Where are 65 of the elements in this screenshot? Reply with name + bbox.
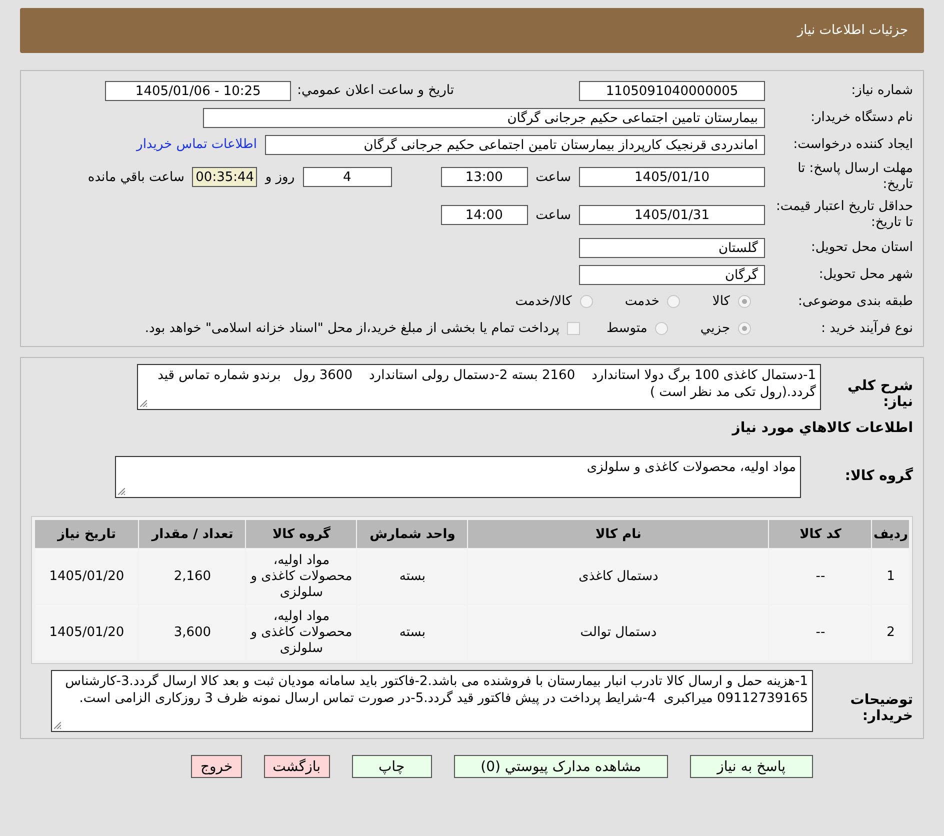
field-label: استان محل تحویل: (810, 240, 913, 255)
option-label: جزيي (700, 321, 730, 336)
days-label: روز و (265, 170, 295, 184)
area-text: 1-دستمال کاغذی 100 برگ دولا استاندارد 2160 بسته 2-دستمال رولی استاندارد 3600 رول برندو شماره تماس قید گردد.(رول تکی مد نظر است ) (156, 368, 816, 400)
area-text: مواد اولیه، محصولات کاغذی و سلولزی (586, 460, 796, 475)
action-button[interactable]: پاسخ به نیاز (690, 755, 813, 778)
contact-link[interactable]: اطلاعات تماس خریدار (136, 137, 257, 152)
radio-button[interactable] (738, 295, 751, 308)
option-label: خدمت (624, 294, 660, 309)
text-field[interactable]: 1405/01/10 (579, 167, 765, 187)
column-header: نام کالا (468, 520, 768, 548)
resize-grip-icon (54, 722, 61, 729)
resize-grip-icon (140, 400, 147, 407)
section-heading: اطلاعات کالاهاي مورد نیاز (730, 420, 913, 436)
text-field[interactable]: 1405/01/31 (579, 205, 765, 225)
field-label: طبقه بندی موضوعی: (796, 294, 913, 309)
checkbox[interactable] (567, 322, 580, 335)
text-field[interactable]: 10:25 - 1405/01/06 (105, 80, 292, 100)
column-header: تعداد / مقدار (139, 520, 246, 548)
text-field[interactable]: 13:00 (440, 167, 528, 187)
radio-button[interactable] (655, 322, 668, 335)
option-label: متوسط (606, 321, 648, 336)
action-button[interactable]: بازگشت (264, 755, 330, 778)
text-area[interactable]: مواد اولیه، محصولات کاغذی و سلولزی (115, 456, 801, 498)
field-label: شرح کلي نیاز: (846, 377, 913, 410)
text-area[interactable] (51, 670, 813, 732)
column-header: واحد شمارش (357, 520, 468, 548)
field-label: شهر محل تحویل: (818, 267, 913, 282)
radio-button[interactable] (738, 322, 751, 335)
column-header: گروه کالا (246, 520, 356, 548)
text-field[interactable]: بیمارستان تامین اجتماعی حکیم جرجانی گرگان (203, 108, 765, 128)
field-label: توضیحات خریدار: (849, 691, 913, 724)
page-title: جزئیات اطلاعات نیاز (797, 23, 908, 38)
action-button[interactable]: مشاهده مدارک پیوستي (0) (454, 755, 668, 778)
field-label: شماره نیاز: (850, 83, 913, 98)
radio-button[interactable] (580, 295, 593, 308)
field-label: نام دستگاه خریدار: (810, 110, 913, 125)
text-field[interactable]: گلستان (579, 238, 765, 258)
field-label: حداقل تاریخ اعتبار قیمت: تا تاریخ: (774, 199, 913, 231)
action-button[interactable]: چاپ (352, 755, 432, 778)
resize-grip-icon (118, 488, 125, 495)
area-text: 1-هزینه حمل و ارسال کالا تادرب انبار بیمارستان با فروشنده می باشد.2-فاکتور باید سامانه مودیان ثبت و بعد کالا ارسال گردد.3-کارشناس 09112739165 میراکبری 4-شرایط پرداخت در پیش فاکتور قید گردد.5-در صورت تماس ارسال نمونه ظرف 3 روزکاری الزامی است. (64, 674, 808, 706)
text-field[interactable]: 00:35:44 (192, 167, 258, 187)
text-field[interactable]: گرگان (579, 264, 765, 284)
column-header: ردیف (872, 520, 909, 548)
radio-button[interactable] (667, 295, 680, 308)
column-header: تاریخ نیاز (35, 520, 138, 548)
action-button[interactable]: خروج (191, 755, 242, 778)
column-header: کد کالا (769, 520, 872, 548)
time-label: ساعت (536, 208, 571, 222)
time-label: ساعت (536, 170, 571, 184)
field-label: گروه کالا: (844, 466, 913, 484)
field-label: تاریخ و ساعت اعلان عمومي: (297, 83, 454, 98)
payment-note: پرداخت تمام یا بخشی از مبلغ خرید،از محل "اسناد خزانه اسلامی" خواهد بود. (144, 321, 560, 336)
option-label: کالا (712, 294, 730, 309)
text-field[interactable]: 4 (302, 167, 392, 187)
remaining-label: ساعت باقي مانده (88, 170, 184, 184)
text-field[interactable]: اماندردی قرنجیک کارپرداز بیمارستان تامین اجتماعی حکیم جرجانی گرگان (265, 134, 765, 154)
option-label: کالا/خدمت (515, 294, 572, 309)
text-field[interactable]: 1105091040000005 (579, 80, 765, 100)
field-label: نوع فرآیند خرید : (820, 321, 913, 336)
text-field[interactable]: 14:00 (440, 205, 528, 225)
field-label: ایجاد کننده درخواست: (792, 137, 913, 152)
field-label: مهلت ارسال پاسخ: تا تاریخ: (796, 161, 913, 193)
text-area[interactable]: 1-دستمال کاغذی 100 برگ دولا استاندارد 2160 بسته 2-دستمال رولی استاندارد 3600 رول برندو شماره تماس قید گردد.(رول تکی مد نظر است ) (137, 364, 821, 410)
